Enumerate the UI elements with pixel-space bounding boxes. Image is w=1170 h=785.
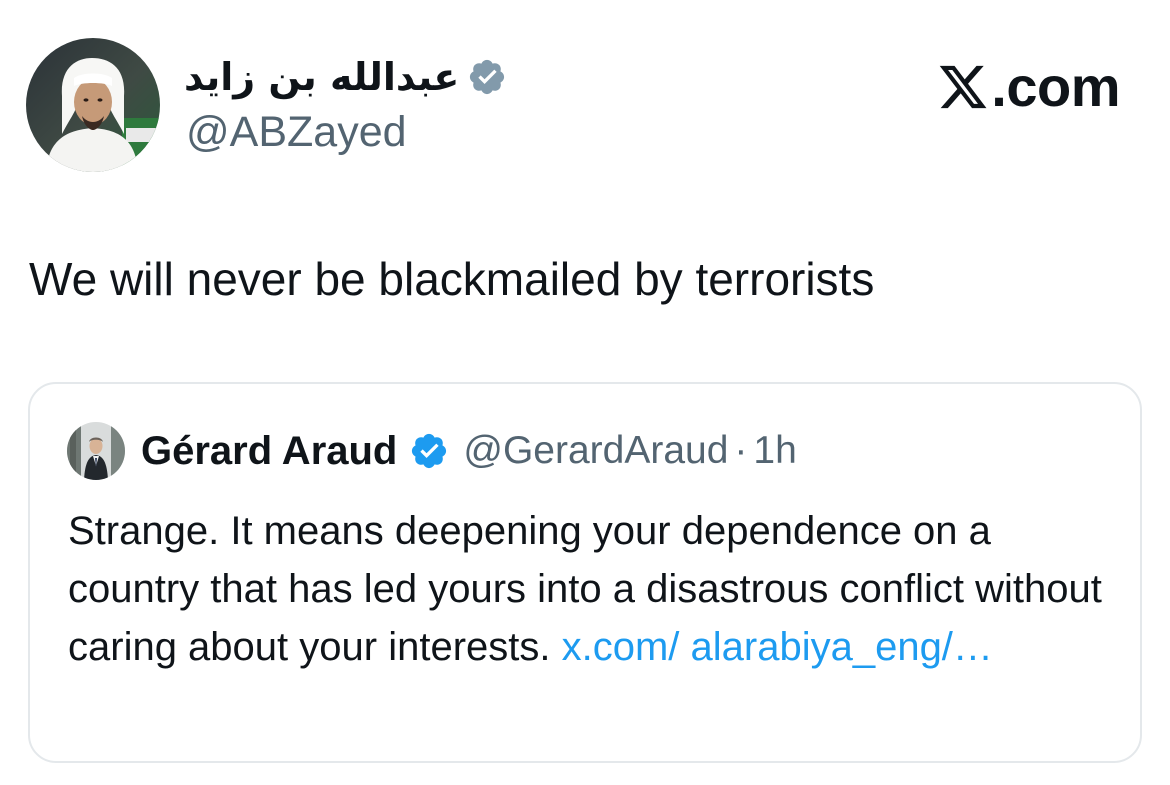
quoted-tweet-header: Gérard Araud @GerardAraud · 1h — [141, 424, 797, 478]
author-name-row: عبدالله بن زايد — [184, 44, 507, 110]
quoted-author-handle[interactable]: @GerardAraud — [463, 429, 728, 473]
author-avatar-image — [26, 38, 160, 172]
author-display-name[interactable]: عبدالله بن زايد — [184, 55, 459, 99]
quoted-author-avatar[interactable] — [67, 422, 125, 480]
quoted-tweet-card[interactable]: Gérard Araud @GerardAraud · 1h Strange. … — [28, 382, 1142, 763]
quoted-tweet-link[interactable]: x.com/ alarabiya_eng/… — [562, 625, 993, 669]
author-avatar[interactable] — [26, 38, 160, 172]
verified-blue-icon — [412, 433, 447, 469]
tweet-text: We will never be blackmailed by terroris… — [29, 253, 875, 305]
brand-text: .com — [991, 55, 1120, 118]
quoted-tweet-text: Strange. It means deepening your depende… — [68, 502, 1128, 676]
header-separator: · — [734, 429, 748, 472]
quoted-author-avatar-image — [67, 422, 125, 480]
verified-grey-icon — [470, 59, 505, 95]
quoted-tweet-time[interactable]: 1h — [753, 429, 796, 473]
brand-watermark: .com — [937, 54, 1120, 119]
quoted-author-name[interactable]: Gérard Araud — [141, 429, 397, 474]
x-logo-icon — [940, 65, 987, 108]
author-handle[interactable]: @ABZayed — [186, 108, 407, 157]
